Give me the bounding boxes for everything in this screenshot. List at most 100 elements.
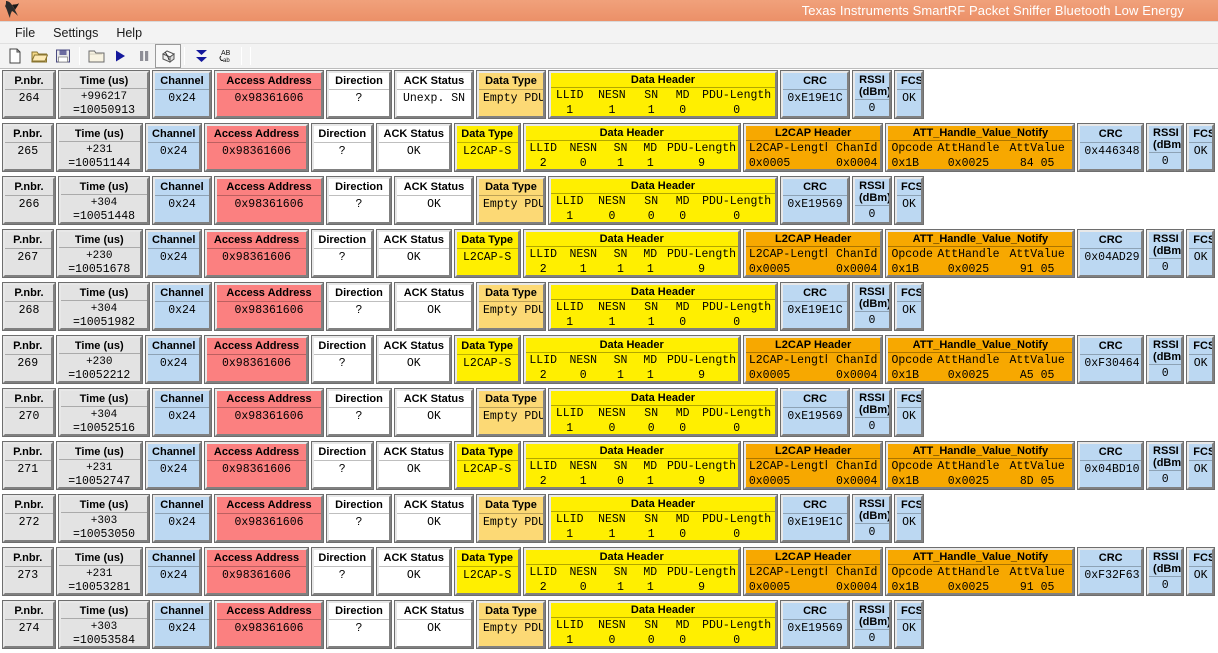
data-header-cell: Data Header LLID NESN SN MD PDU-Length 1 1 1 0 0: [548, 70, 778, 119]
fcs-cell: FCS OK: [894, 282, 924, 331]
sn-value: 0: [647, 210, 655, 223]
sn-value: 1: [647, 104, 655, 117]
data-header-subheaders: LLID NESN SN MD PDU-Length: [525, 564, 738, 580]
channel-value: 0x24: [155, 407, 209, 434]
data-header-values: 2 0 1 1 9: [526, 156, 738, 170]
ack-status-cell: ACK Status OK: [375, 441, 452, 490]
channel-value: 0x24: [148, 248, 200, 275]
att-notify-cell: ATT_Handle_Value_Notify Opcode AttHandle At…: [885, 335, 1076, 384]
rssi-value: 0: [1149, 364, 1182, 381]
channel-value: 0x24: [148, 460, 200, 487]
att-values: 0x1B 0x0025 91 05: [888, 262, 1072, 275]
packet-row[interactable]: P.nbr. 264 Time (us) +996217 =10050913 Channe…: [2, 70, 1218, 122]
rssi-cell: RSSI (dBm) 0: [852, 600, 892, 649]
channel-value: 0x24: [155, 513, 209, 540]
llid-value: 1: [566, 210, 574, 223]
clear-icon[interactable]: [155, 44, 181, 68]
direction-value: ?: [313, 248, 371, 275]
data-header-values: 1 0 0 0 0: [551, 209, 775, 223]
packet-row[interactable]: P.nbr. 272 Time (us) +303 =10053050 Channel 0x…: [2, 494, 1218, 546]
md-value: 0: [679, 104, 687, 117]
packet-row[interactable]: P.nbr. 268 Time (us) +304 =10051982 Channel 0x…: [2, 282, 1218, 334]
access-address-cell: Access Address 0x98361606: [214, 600, 324, 649]
sn-value: 1: [617, 157, 624, 170]
packet-list[interactable]: P.nbr. 264 Time (us) +996217 =10050913 Channe…: [0, 69, 1218, 653]
l2cap-header-cell: L2CAP Header L2CAP-Length ChanId 0x0005 0x00…: [742, 123, 884, 172]
att-subheaders: Opcode AttHandle AttValue: [888, 458, 1073, 474]
l2cap-subheaders: L2CAP-Length ChanId: [745, 458, 881, 474]
data-header-title: Data Header: [630, 74, 696, 86]
data-header-subheaders: LLID NESN SN MD PDU-Length: [525, 352, 738, 368]
packet-row[interactable]: P.nbr. 271 Time (us) +231 =10052747 Channel 0x…: [2, 441, 1218, 493]
fcs-value: OK: [897, 89, 921, 116]
l2cap-chanid-value: 0x0004: [836, 369, 878, 382]
open-capture-icon[interactable]: [84, 45, 108, 67]
packet-number-cell: P.nbr. 269: [2, 335, 54, 384]
window-title: Texas Instruments SmartRF Packet Sniffer…: [801, 3, 1184, 18]
packet-row[interactable]: P.nbr. 273 Time (us) +231 =10053281 Channel 0x…: [2, 547, 1218, 599]
access-address-cell: Access Address 0x98361606: [204, 335, 309, 384]
sn-value: 1: [617, 369, 624, 382]
access-address-value: 0x98361606: [207, 566, 306, 593]
data-type-value: Empty PDU: [479, 195, 543, 222]
sn-value: 1: [647, 316, 655, 329]
packet-row[interactable]: P.nbr. 270 Time (us) +304 =10052516 Channel 0x…: [2, 388, 1218, 440]
nesn-value: 0: [579, 157, 587, 170]
save-disk-icon[interactable]: [51, 45, 75, 67]
data-header-values: 1 0 0 0 0: [551, 633, 775, 646]
packet-number-value: 273: [5, 566, 51, 593]
time-absolute-value: =10052516: [72, 422, 136, 435]
packet-row[interactable]: P.nbr. 265 Time (us) +231 =10051144 Channel 0x…: [2, 123, 1218, 175]
md-value: 0: [679, 422, 687, 435]
crc-cell: CRC 0xF30464: [1077, 335, 1145, 384]
packet-number-value: 265: [5, 142, 51, 169]
pdu-length-value: 0: [733, 422, 741, 435]
packet-number-cell: P.nbr. 266: [2, 176, 56, 225]
channel-value: 0x24: [155, 301, 209, 328]
att-values: 0x1B 0x0025 91 05: [888, 580, 1072, 594]
ab-text-icon[interactable]: AB ab: [213, 45, 237, 67]
title-bar: Texas Instruments SmartRF Packet Sniffer…: [0, 0, 1218, 22]
toolbar: AB ab: [0, 44, 1218, 69]
access-address-cell: Access Address 0x98361606: [214, 176, 324, 225]
direction-cell: Direction?: [326, 176, 392, 225]
data-type-value: Empty PDU: [479, 513, 543, 540]
pause-icon[interactable]: [132, 45, 156, 67]
open-folder-icon[interactable]: [27, 45, 51, 67]
l2cap-values: 0x0005 0x0004: [746, 368, 881, 382]
time-cell: Time (us) +996217 =10050913: [58, 70, 150, 119]
channel-value: 0x24: [155, 195, 209, 222]
play-icon[interactable]: [108, 45, 132, 67]
att-notify-cell: ATT_Handle_Value_Notify Opcode AttHandle At…: [885, 547, 1076, 596]
att-handle-value: 0x0025: [947, 369, 990, 382]
channel-cell: Channel 0x24: [152, 388, 212, 437]
packet-row[interactable]: P.nbr. 269 Time (us) +230 =10052212 Channel 0x…: [2, 335, 1218, 387]
direction-cell: Direction?: [310, 441, 374, 490]
data-type-cell: Data Type Empty PDU: [476, 282, 546, 331]
packet-row[interactable]: P.nbr. 274 Time (us) +303 =10053584 Channel 0x…: [2, 600, 1218, 652]
data-header-values: 1 0 0 0 0: [551, 421, 775, 435]
new-file-icon[interactable]: [3, 45, 27, 67]
data-header-cell: Data Header LLID NESN SN MD PDU-Length 1 0 0 0 0: [548, 600, 778, 649]
att-handle-value: 0x0025: [947, 581, 990, 594]
data-header-cell: Data Header LLID NESN SN MD PDU-Length 1 1 1 0 0: [548, 494, 778, 543]
menu-item-help[interactable]: Help: [107, 24, 151, 42]
sn-value: 1: [647, 528, 655, 541]
packet-number-value: 272: [5, 513, 53, 540]
packet-row[interactable]: P.nbr. 267 Time (us) +230 =10051678 Channel 0x…: [2, 229, 1218, 281]
data-header-subheaders: LLID NESN SN MD PDU-Length: [551, 193, 775, 209]
data-header-cell: Data Header LLID NESN SN MD PDU-Length 2 1 0 1 9: [522, 441, 741, 490]
scroll-down-icon[interactable]: [189, 45, 213, 67]
access-address-value: 0x98361606: [207, 248, 306, 275]
menu-item-file[interactable]: File: [6, 24, 44, 42]
nesn-value: 1: [608, 104, 616, 117]
direction-cell: Direction?: [326, 388, 392, 437]
llid-value: 1: [566, 316, 574, 329]
fcs-cell: FCS OK: [894, 388, 924, 437]
data-header-values: 2 0 1 1 9: [526, 368, 738, 382]
direction-value: ?: [313, 566, 371, 593]
rssi-cell: RSSI (dBm) 0: [1146, 547, 1185, 596]
menu-item-settings[interactable]: Settings: [44, 24, 107, 42]
crc-value: 0xE19569: [783, 407, 847, 434]
packet-row[interactable]: P.nbr. 266 Time (us) +304 =10051448 Channel 0x…: [2, 176, 1218, 228]
